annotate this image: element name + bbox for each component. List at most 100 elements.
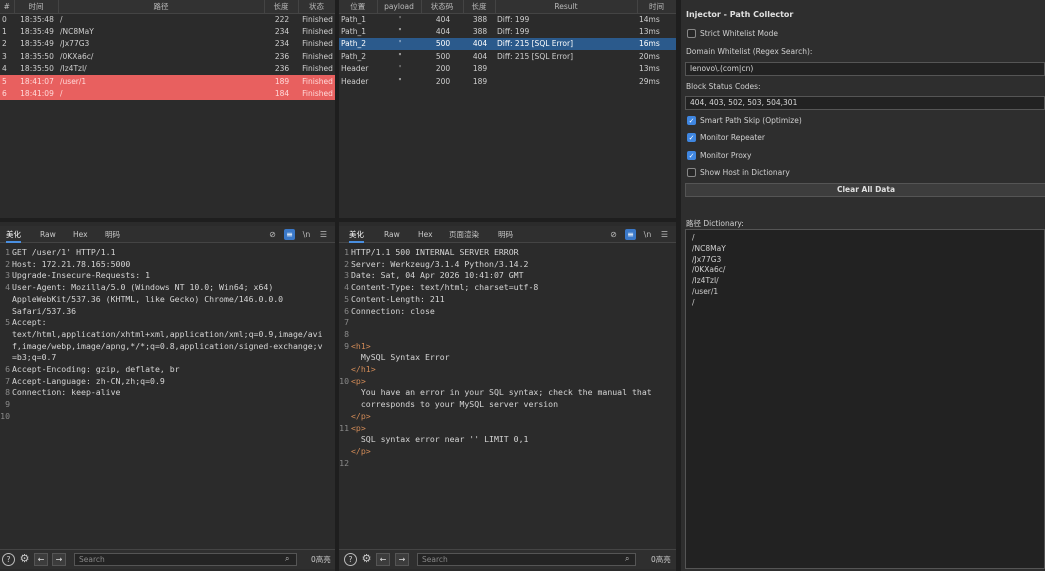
cell-time: 14ms [639, 14, 660, 24]
col-payload[interactable]: payload [377, 0, 422, 14]
response-search-input[interactable]: Search [417, 553, 636, 566]
request-hits: 0高亮 [311, 555, 331, 564]
request-search-input[interactable]: Search [74, 553, 297, 566]
back-arrow-icon[interactable]: ← [34, 553, 48, 566]
help-icon[interactable]: ? [2, 553, 15, 566]
dictionary-item: /Jx77G3 [692, 254, 722, 264]
resp-tab-render[interactable]: 页面渲染 [449, 226, 479, 243]
help-icon[interactable]: ? [344, 553, 357, 566]
resp-tab-plain[interactable]: 明码 [498, 226, 513, 243]
cell-payload: " [398, 51, 402, 61]
line-number: 4 [5, 282, 10, 293]
col-time[interactable]: 时间 [637, 0, 677, 14]
settings-icon[interactable]: ⚙ [18, 553, 31, 566]
cell-result: Diff: 215 [SQL Error] [495, 37, 637, 51]
table-row[interactable]: 4 18:35:50/Iz4TzI/236 Finished [0, 63, 335, 75]
cell-time: 16ms [637, 37, 676, 51]
dictionary-list[interactable]: //NC8MaY/Jx77G3/0KXa6c//Iz4TzI//user/1/ [685, 229, 1045, 569]
block-status-input[interactable]: 404, 403, 502, 503, 504,301 [685, 96, 1045, 110]
table-row[interactable]: Header ' 200 189 13ms [339, 63, 676, 75]
col-position[interactable]: 位置 [339, 0, 378, 14]
checkbox-checked-icon[interactable]: ✓ [687, 151, 696, 160]
menu-icon[interactable]: ☰ [318, 229, 329, 240]
table-row[interactable]: 1 18:35:49/NC8MaY 234 Finished [0, 25, 335, 37]
line-text [12, 399, 335, 411]
response-code[interactable]: 1 HTTP/1.1 500 INTERNAL SERVER ERROR 2 Serv… [339, 243, 676, 469]
wrap-icon[interactable]: ≡ [625, 229, 636, 240]
horizontal-splitter[interactable] [0, 218, 680, 222]
menu-icon[interactable]: ☰ [659, 229, 670, 240]
col-length[interactable]: 长度 [264, 0, 299, 14]
col-path[interactable]: 路径 [58, 0, 265, 14]
request-code[interactable]: 1 GET /user/1' HTTP/1.1 2 Host: 172.21.78.1… [0, 243, 335, 423]
table-row[interactable]: 0 18:35:48 / 222 Finished [0, 13, 335, 25]
cell-path: /Jx77G3 [60, 39, 90, 49]
code-line: 9 [0, 399, 335, 411]
line-number [339, 352, 351, 364]
domain-whitelist-input[interactable]: lenovo\.(com|cn) [685, 62, 1045, 76]
table-row[interactable]: 3 18:35:50/0KXa6c/236 Finished [0, 50, 335, 62]
col-result[interactable]: Result [495, 0, 638, 14]
smart-path-skip-toggle[interactable]: ✓ Smart Path Skip (Optimize) [687, 116, 802, 125]
monitor-proxy-toggle[interactable]: ✓ Monitor Proxy [687, 151, 751, 160]
req-tab-plain[interactable]: 明码 [105, 226, 120, 243]
newline-icon[interactable]: \n [301, 229, 312, 240]
checkbox-checked-icon[interactable]: ✓ [687, 133, 696, 142]
forward-arrow-icon[interactable]: → [395, 553, 409, 566]
request-tabs: 美化 Raw Hex 明码 ⊘ ≡ \n ☰ [0, 226, 335, 243]
code-line: SQL syntax error near '' LIMIT 0,1 [339, 434, 676, 446]
line-number [0, 341, 12, 353]
table-row[interactable]: Path_2 " 500 404 Diff: 215 [SQL Error] 20ms [339, 50, 676, 62]
table-row[interactable]: Header " 200 189 29ms [339, 75, 676, 87]
cell-payload: ' [377, 37, 421, 51]
col-time[interactable]: 时间 [14, 0, 59, 14]
line-text: AppleWebKit/537.36 (KHTML, like Gecko) C… [12, 293, 284, 304]
checkbox-icon[interactable] [687, 168, 696, 177]
table-row[interactable]: Path_2 ' 500 404 Diff: 215 [SQL Error] 16ms [339, 37, 676, 51]
table-row[interactable]: Path_1 " 404 388 Diff: 199 13ms [339, 25, 676, 37]
hide-icon[interactable]: ⊘ [267, 229, 278, 240]
settings-icon[interactable]: ⚙ [360, 553, 373, 566]
cell-id: 4 [2, 64, 7, 74]
checkbox-icon[interactable] [687, 29, 696, 38]
monitor-repeater-toggle[interactable]: ✓ Monitor Repeater [687, 133, 765, 142]
newline-icon[interactable]: \n [642, 229, 653, 240]
forward-arrow-icon[interactable]: → [52, 553, 66, 566]
wrap-icon[interactable]: ≡ [284, 229, 295, 240]
clear-all-data-button[interactable]: Clear All Data [685, 183, 1045, 197]
cell-pos: Header [341, 76, 369, 86]
resp-tab-raw[interactable]: Raw [384, 226, 400, 243]
table-row[interactable]: 6 18:41:09/184 Finished [0, 87, 335, 100]
line-number: 2 [5, 258, 10, 269]
table-row[interactable]: 2 18:35:49/Jx77G3 234 Finished [0, 38, 335, 50]
line-text: </p> [351, 445, 371, 456]
code-line: 7 [339, 317, 676, 329]
cell-path: /user/1 [58, 74, 264, 88]
line-text: corresponds to your MySQL server version [351, 399, 559, 410]
req-tab-pretty[interactable]: 美化 [6, 226, 21, 243]
search-icon[interactable]: ⌕ [625, 554, 629, 564]
strict-whitelist-toggle[interactable]: Strict Whitelist Mode [687, 29, 778, 38]
req-tab-hex[interactable]: Hex [73, 226, 88, 243]
search-icon[interactable]: ⌕ [285, 554, 289, 564]
cell-time: 18:41:09 [14, 87, 58, 100]
line-text: MySQL Syntax Error [351, 352, 450, 363]
results-table-panel: 位置 payload 状态码 长度 Result 时间 Path_1 ' 404 38… [339, 0, 677, 218]
line-text: Date: Sat, 04 Apr 2026 10:41:07 GMT [351, 270, 524, 281]
show-host-toggle[interactable]: Show Host in Dictionary [687, 168, 790, 177]
resp-tab-hex[interactable]: Hex [418, 226, 433, 243]
resp-tab-pretty[interactable]: 美化 [349, 226, 364, 243]
line-number: 8 [344, 328, 349, 339]
table-row[interactable]: Path_1 ' 404 388 Diff: 199 14ms [339, 13, 676, 25]
col-status[interactable]: 状态 [298, 0, 336, 14]
req-tab-raw[interactable]: Raw [40, 226, 56, 243]
table-row[interactable]: 5 18:41:07/user/1 189 Finished [0, 74, 335, 88]
back-arrow-icon[interactable]: ← [376, 553, 390, 566]
line-text: </p> [351, 410, 371, 421]
col-id[interactable]: # [0, 0, 15, 14]
cell-length: 222 [274, 14, 290, 24]
checkbox-checked-icon[interactable]: ✓ [687, 116, 696, 125]
col-code[interactable]: 状态码 [421, 0, 464, 14]
col-length[interactable]: 长度 [463, 0, 496, 14]
hide-icon[interactable]: ⊘ [608, 229, 619, 240]
